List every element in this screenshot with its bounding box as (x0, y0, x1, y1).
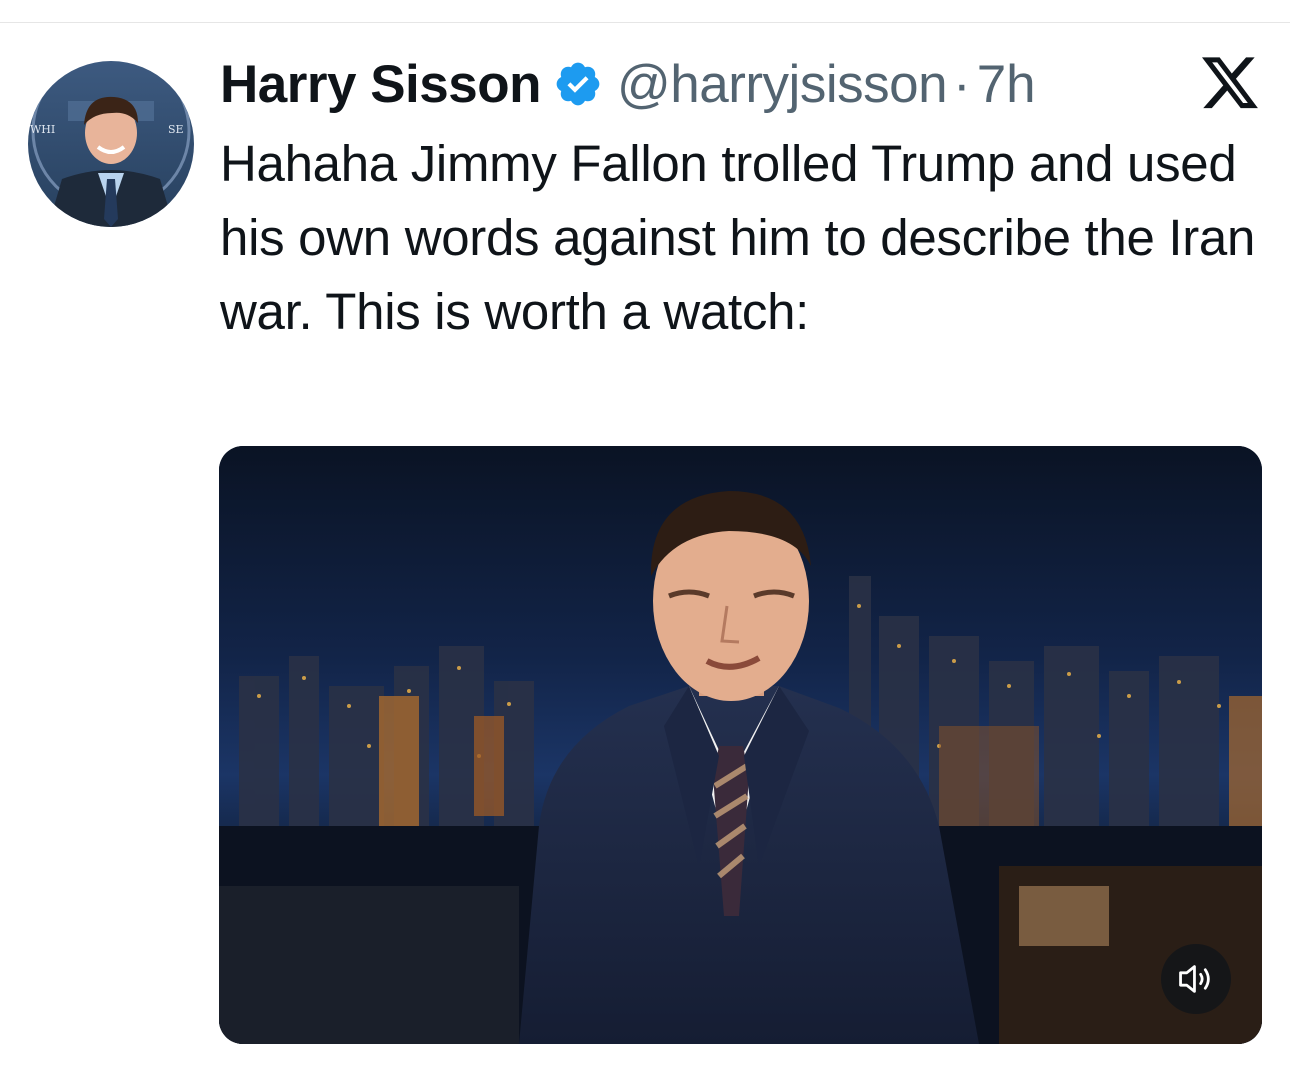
author-handle[interactable]: @harryjsisson (617, 54, 948, 115)
speaker-icon (1179, 965, 1210, 993)
avatar-sign-left: WHI (30, 123, 55, 136)
verified-badge-icon (556, 62, 600, 106)
avatar-sign-right: SE (168, 123, 184, 136)
timestamp[interactable]: 7h (977, 54, 1036, 115)
avatar[interactable]: WHI SE (28, 61, 194, 227)
author-name[interactable]: Harry Sisson (220, 54, 541, 115)
separator-dot: · (953, 54, 971, 114)
video-player[interactable] (219, 446, 1262, 1044)
x-logo-icon (1202, 57, 1258, 109)
mute-button[interactable] (1161, 944, 1231, 1014)
top-divider (0, 22, 1290, 23)
tweet-header: Harry Sisson @harryjsisson · 7h (220, 52, 1036, 116)
video-frame (219, 446, 1262, 1044)
tweet-text: Hahaha Jimmy Fallon trolled Trump and us… (220, 135, 1269, 340)
